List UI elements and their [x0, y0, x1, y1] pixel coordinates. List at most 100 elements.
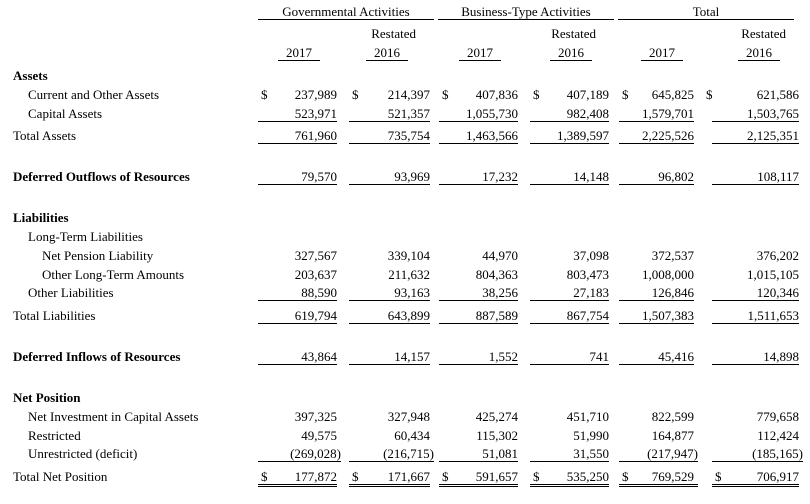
section-liabilities: Liabilities: [13, 210, 69, 225]
cell-net-pension-gov-2017: 327,567: [294, 248, 337, 263]
cell-other-liabilities-total-2017: 126,846: [619, 285, 694, 301]
cell-deferred-outflows-bus-2016: 14,148: [530, 169, 609, 185]
row-label-total-net-position: Total Net Position: [13, 469, 108, 484]
currency-symbol: $: [533, 469, 540, 484]
cell-net-investment-total-2017: 822,599: [651, 409, 694, 424]
currency-symbol: $: [352, 469, 359, 484]
cell-deferred-inflows-bus-2017: 1,552: [439, 349, 518, 365]
cell-total-net-position-gov-2017: 177,872: [294, 469, 337, 484]
cell-other-liabilities-bus-2016: 27,183: [530, 285, 609, 301]
cell-total-assets-total-2017: 2,225,526: [619, 128, 694, 144]
currency-symbol: $: [442, 469, 449, 484]
cell-unrestricted-total-2017: (217,947): [619, 446, 698, 462]
row-label-net-investment: Net Investment in Capital Assets: [28, 409, 199, 424]
header-year-bus-2016: 2016: [550, 45, 592, 61]
cell-box-total-net-position-total-2017: $ 769,529: [619, 469, 698, 487]
subsection-long-term-liabilities: Long-Term Liabilities: [28, 229, 143, 244]
cell-deferred-inflows-total-2017: 45,416: [619, 349, 694, 365]
cell-net-investment-total-2016: 779,658: [756, 409, 799, 424]
cell-capital-assets-gov-2017: 523,971: [258, 106, 337, 122]
cell-net-investment-bus-2016: 451,710: [566, 409, 609, 424]
currency-symbol: $: [622, 87, 629, 102]
currency-symbol: $: [622, 469, 629, 484]
cell-total-liabilities-bus-2017: 887,589: [439, 308, 518, 324]
cell-unrestricted-gov-2017: (269,028): [258, 446, 341, 462]
row-label-restricted: Restricted: [28, 428, 81, 443]
currency-symbol: $: [352, 87, 359, 102]
cell-total-liabilities-bus-2016: 867,754: [530, 308, 609, 324]
currency-symbol: $: [715, 469, 722, 484]
cell-unrestricted-total-2016: (185,165): [712, 446, 803, 462]
header-restated-total: Restated: [741, 26, 786, 41]
cell-other-liabilities-total-2016: 120,346: [712, 285, 799, 301]
cell-total-net-position-bus-2017: 591,657: [475, 469, 518, 484]
cell-unrestricted-gov-2016: (216,715): [349, 446, 434, 462]
cell-current-assets-bus-2017: 407,836: [475, 87, 518, 102]
cell-deferred-outflows-total-2016: 108,117: [712, 169, 799, 185]
cell-box-total-net-position-total-2016: $ 706,917: [712, 469, 799, 487]
header-restated-bus: Restated: [551, 26, 596, 41]
header-year-total-2016: 2016: [738, 45, 780, 61]
cell-current-assets-gov-2017: 237,989: [294, 87, 337, 102]
cell-total-assets-bus-2016: 1,389,597: [530, 128, 609, 144]
cell-net-investment-gov-2017: 397,325: [294, 409, 337, 424]
section-deferred-outflows: Deferred Outflows of Resources: [13, 169, 190, 184]
cell-total-assets-gov-2016: 735,754: [349, 128, 430, 144]
cell-other-liabilities-gov-2017: 88,590: [258, 285, 337, 301]
header-business-type-activities: Business-Type Activities: [438, 4, 614, 20]
cell-deferred-inflows-gov-2016: 14,157: [349, 349, 430, 365]
currency-symbol: $: [706, 87, 713, 102]
cell-deferred-inflows-bus-2016: 741: [530, 349, 609, 365]
cell-box-total-net-position-bus-2016: $ 535,250: [530, 469, 609, 487]
cell-deferred-outflows-total-2017: 96,802: [619, 169, 694, 185]
header-year-bus-2017: 2017: [459, 45, 501, 61]
currency-symbol: $: [442, 87, 449, 102]
cell-total-net-position-bus-2016: 535,250: [566, 469, 609, 484]
cell-net-investment-gov-2016: 327,948: [387, 409, 430, 424]
cell-total-liabilities-total-2017: 1,507,383: [619, 308, 694, 324]
row-label-other-long-term: Other Long-Term Amounts: [42, 267, 185, 282]
cell-box-total-net-position-bus-2017: $ 591,657: [439, 469, 518, 487]
cell-net-pension-total-2016: 376,202: [756, 248, 799, 263]
cell-net-pension-bus-2017: 44,970: [482, 248, 518, 263]
statement-of-net-position: Governmental Activities Business-Type Ac…: [0, 0, 810, 504]
cell-restricted-gov-2016: 60,434: [394, 428, 430, 443]
cell-unrestricted-bus-2017: 51,081: [439, 446, 518, 462]
cell-total-liabilities-gov-2016: 643,899: [349, 308, 430, 324]
cell-current-assets-gov-2016: 214,397: [387, 87, 430, 102]
cell-capital-assets-total-2016: 1,503,765: [712, 106, 799, 122]
cell-total-liabilities-total-2016: 1,511,653: [712, 308, 799, 324]
cell-capital-assets-total-2017: 1,579,701: [619, 106, 694, 122]
cell-total-net-position-total-2016: 706,917: [756, 469, 799, 484]
currency-symbol: $: [533, 87, 540, 102]
row-label-total-liabilities: Total Liabilities: [13, 308, 96, 323]
cell-capital-assets-bus-2016: 982,408: [530, 106, 609, 122]
cell-deferred-outflows-bus-2017: 17,232: [439, 169, 518, 185]
header-governmental-activities: Governmental Activities: [258, 4, 434, 20]
cell-net-investment-bus-2017: 425,274: [475, 409, 518, 424]
cell-total-assets-bus-2017: 1,463,566: [439, 128, 518, 144]
row-label-total-assets: Total Assets: [13, 128, 77, 143]
cell-other-long-term-total-2017: 1,008,000: [642, 267, 694, 282]
cell-box-total-net-position-gov-2017: $ 177,872: [258, 469, 337, 487]
cell-net-pension-gov-2016: 339,104: [387, 248, 430, 263]
cell-deferred-inflows-gov-2017: 43,864: [258, 349, 337, 365]
header-total: Total: [618, 4, 794, 20]
currency-symbol: $: [261, 87, 268, 102]
cell-capital-assets-bus-2017: 1,055,730: [439, 106, 518, 122]
row-label-current-assets: Current and Other Assets: [28, 87, 160, 102]
cell-deferred-inflows-total-2016: 14,898: [712, 349, 799, 365]
row-label-other-liabilities: Other Liabilities: [28, 285, 114, 300]
row-label-unrestricted: Unrestricted (deficit): [28, 446, 138, 461]
cell-total-liabilities-gov-2017: 619,794: [258, 308, 337, 324]
header-year-total-2017: 2017: [641, 45, 683, 61]
cell-restricted-total-2017: 164,877: [651, 428, 694, 443]
cell-box-total-net-position-gov-2016: $ 171,667: [349, 469, 430, 487]
cell-restricted-bus-2016: 51,990: [573, 428, 609, 443]
cell-deferred-outflows-gov-2016: 93,969: [349, 169, 430, 185]
cell-total-assets-total-2016: 2,125,351: [712, 128, 799, 144]
cell-other-long-term-bus-2016: 803,473: [566, 267, 609, 282]
cell-restricted-bus-2017: 115,302: [476, 428, 518, 443]
cell-other-long-term-total-2016: 1,015,105: [747, 267, 799, 282]
cell-deferred-outflows-gov-2017: 79,570: [258, 169, 337, 185]
